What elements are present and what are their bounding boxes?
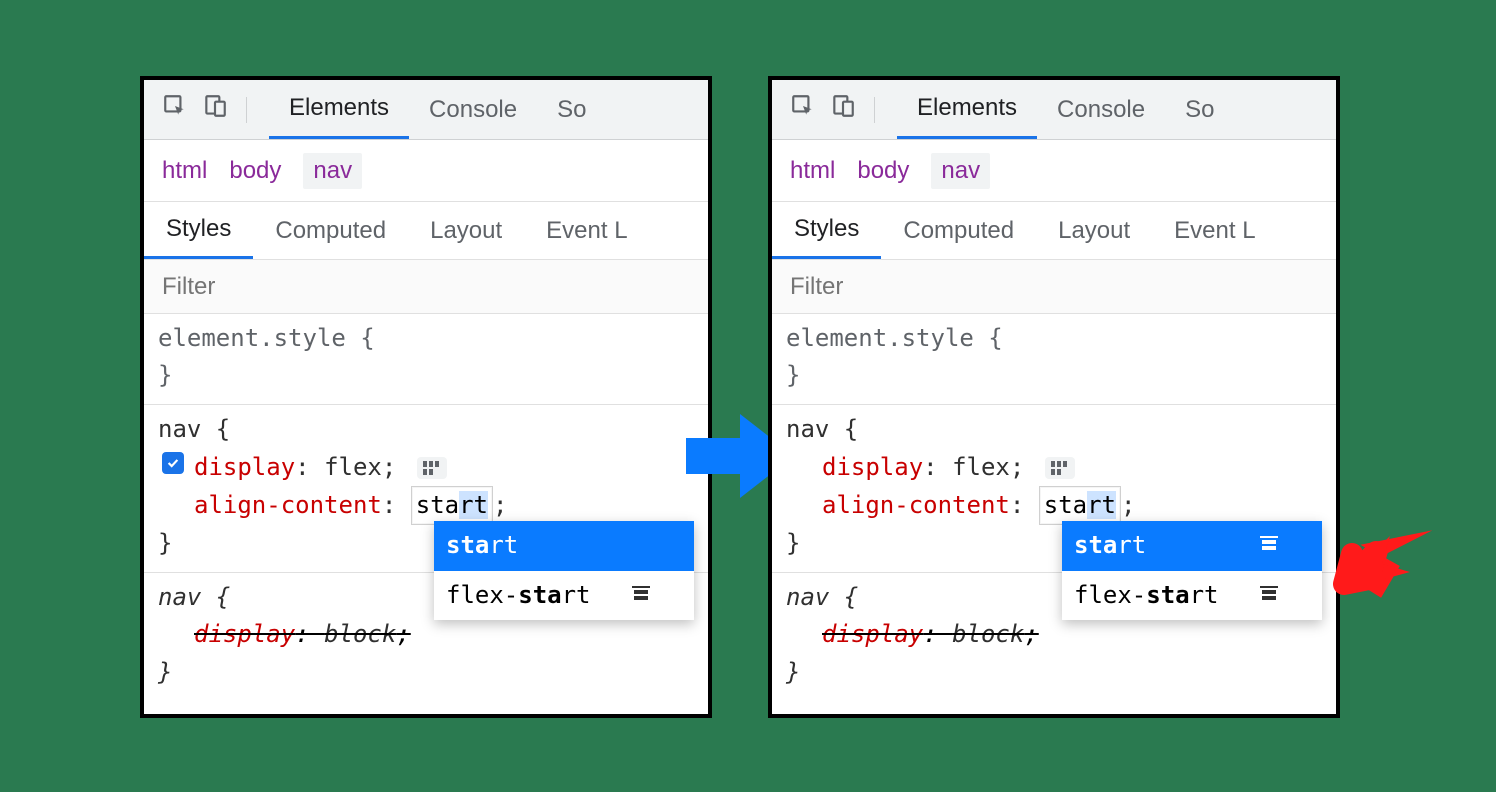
selector-nav: nav { xyxy=(158,411,694,448)
divider xyxy=(246,97,247,123)
flex-editor-icon[interactable] xyxy=(417,457,447,479)
prop-name-align-content[interactable]: align-content xyxy=(194,491,382,519)
selector-nav-ua: nav { xyxy=(158,579,694,616)
callout-arrow-icon xyxy=(1332,506,1432,606)
subtab-computed[interactable]: Computed xyxy=(253,202,408,259)
prop-display-block: display: block; xyxy=(786,616,1322,653)
breadcrumb-html[interactable]: html xyxy=(162,157,207,185)
rule-nav[interactable]: nav { display: flex; align-content: star… xyxy=(144,405,708,573)
filter-row xyxy=(144,260,708,314)
styles-tab-bar: Styles Computed Layout Event L xyxy=(772,202,1336,260)
tab-sources-partial[interactable]: So xyxy=(1165,80,1234,139)
rule-nav-useragent[interactable]: nav { display: block; } xyxy=(144,573,708,701)
brace-close: } xyxy=(786,357,1322,394)
inspect-icon[interactable] xyxy=(790,93,816,126)
filter-input[interactable] xyxy=(160,272,692,302)
rule-nav-useragent[interactable]: nav { display: block; } xyxy=(772,573,1336,701)
rule-nav[interactable]: nav { display: flex; align-content: star… xyxy=(772,405,1336,573)
devtools-panel-after: Elements Console So html body nav Styles… xyxy=(768,76,1340,718)
flex-editor-icon[interactable] xyxy=(1045,457,1075,479)
tab-sources-partial[interactable]: So xyxy=(537,80,606,139)
prop-display[interactable]: display: flex; xyxy=(786,449,1322,486)
subtab-layout[interactable]: Layout xyxy=(408,202,524,259)
tab-elements[interactable]: Elements xyxy=(269,80,409,139)
prop-align-content[interactable]: align-content: start; xyxy=(158,486,694,525)
breadcrumb-nav[interactable]: nav xyxy=(931,153,990,189)
filter-input[interactable] xyxy=(788,272,1320,302)
styles-tab-bar: Styles Computed Layout Event L xyxy=(144,202,708,260)
subtab-styles[interactable]: Styles xyxy=(144,202,253,259)
subtab-computed[interactable]: Computed xyxy=(881,202,1036,259)
prop-val-flex[interactable]: flex xyxy=(324,453,382,481)
selector-nav-ua: nav { xyxy=(786,579,1322,616)
prop-name-align-content[interactable]: align-content xyxy=(822,491,1010,519)
selector-element-style: element.style { xyxy=(786,320,1322,357)
tab-console[interactable]: Console xyxy=(1037,80,1165,139)
subtab-layout[interactable]: Layout xyxy=(1036,202,1152,259)
selector-element-style: element.style { xyxy=(158,320,694,357)
ac-option-start[interactable]: start xyxy=(1062,521,1322,570)
align-content-start-icon xyxy=(1258,527,1280,564)
rule-element-style[interactable]: element.style { } xyxy=(144,314,708,405)
brace-close: } xyxy=(158,357,694,394)
devtools-panel-before: Elements Console So html body nav Styles… xyxy=(140,76,712,718)
value-edit-box[interactable]: start xyxy=(411,486,493,525)
filter-row xyxy=(772,260,1336,314)
inspect-icon[interactable] xyxy=(162,93,188,126)
divider xyxy=(874,97,875,123)
breadcrumb-html[interactable]: html xyxy=(790,157,835,185)
top-tab-bar: Elements Console So xyxy=(772,80,1336,140)
subtab-styles[interactable]: Styles xyxy=(772,202,881,259)
top-tab-bar: Elements Console So xyxy=(144,80,708,140)
breadcrumb-body[interactable]: body xyxy=(857,157,909,185)
dom-breadcrumb: html body nav xyxy=(772,140,1336,202)
rule-element-style[interactable]: element.style { } xyxy=(772,314,1336,405)
brace-close: } xyxy=(158,654,694,691)
prop-display[interactable]: display: flex; xyxy=(158,449,694,486)
dom-breadcrumb: html body nav xyxy=(144,140,708,202)
ac-option-start[interactable]: start xyxy=(434,521,694,570)
checkbox-icon[interactable] xyxy=(162,452,184,474)
breadcrumb-nav[interactable]: nav xyxy=(303,153,362,189)
prop-val-flex[interactable]: flex xyxy=(952,453,1010,481)
device-toggle-icon[interactable] xyxy=(202,93,228,126)
selector-nav: nav { xyxy=(786,411,1322,448)
prop-name-display[interactable]: display xyxy=(822,453,923,481)
subtab-events[interactable]: Event L xyxy=(1152,202,1277,259)
breadcrumb-body[interactable]: body xyxy=(229,157,281,185)
subtab-events[interactable]: Event L xyxy=(524,202,649,259)
tab-console[interactable]: Console xyxy=(409,80,537,139)
device-toggle-icon[interactable] xyxy=(830,93,856,126)
brace-close: } xyxy=(786,654,1322,691)
prop-display-block: display: block; xyxy=(158,616,694,653)
tab-elements[interactable]: Elements xyxy=(897,80,1037,139)
prop-name-display[interactable]: display xyxy=(194,453,295,481)
prop-align-content[interactable]: align-content: start; xyxy=(786,486,1322,525)
value-edit-box[interactable]: start xyxy=(1039,486,1121,525)
